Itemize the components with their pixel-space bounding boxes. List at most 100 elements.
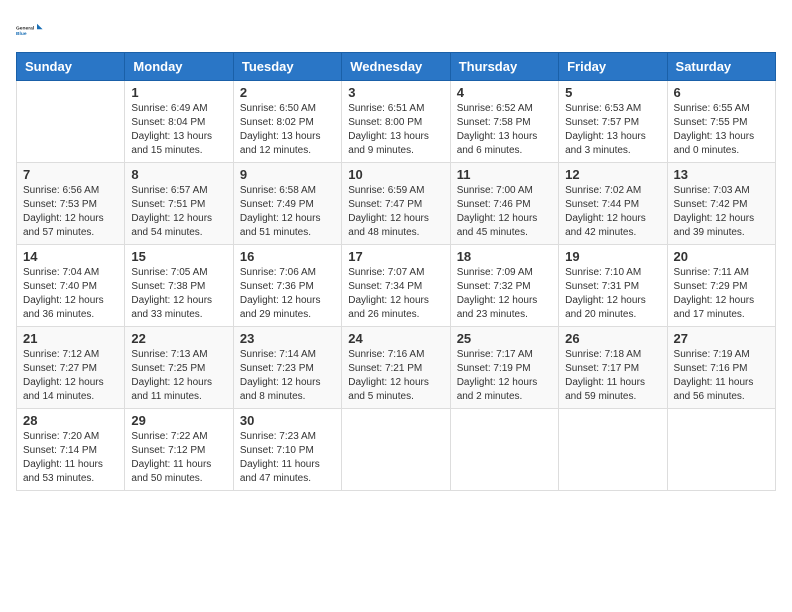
day-info: Sunrise: 7:18 AM Sunset: 7:17 PM Dayligh… (565, 348, 660, 404)
calendar-week-row: 21Sunrise: 7:12 AM Sunset: 7:27 PM Dayli… (17, 327, 776, 409)
calendar-day-cell: 29 Sunrise: 7:22 AM Sunset: 7:12 PM Dayli… (125, 409, 233, 491)
calendar-day-cell: 12Sunrise: 7:02 AM Sunset: 7:44 PM Dayli… (559, 163, 667, 245)
day-number: 26 (565, 331, 660, 346)
day-number: 3 (348, 85, 443, 100)
calendar-week-row: 1 Sunrise: 6:49 AM Sunset: 8:04 PM Daylig… (17, 81, 776, 163)
day-number: 5 (565, 85, 660, 100)
calendar-empty-cell (17, 81, 125, 163)
day-number: 2 (240, 85, 335, 100)
weekday-header-thursday: Thursday (450, 53, 558, 81)
calendar-day-cell: 7Sunrise: 6:56 AM Sunset: 7:53 PM Daylig… (17, 163, 125, 245)
calendar-day-cell: 30 Sunrise: 7:23 AM Sunset: 7:10 PM Dayli… (233, 409, 341, 491)
day-number: 22 (131, 331, 226, 346)
svg-text:General: General (16, 25, 35, 31)
day-info: Sunrise: 6:49 AM Sunset: 8:04 PM Dayligh… (131, 102, 226, 158)
day-number: 13 (674, 167, 769, 182)
day-info: Sunrise: 7:09 AM Sunset: 7:32 PM Dayligh… (457, 266, 552, 322)
day-info: Sunrise: 7:14 AM Sunset: 7:23 PM Dayligh… (240, 348, 335, 404)
weekday-header-friday: Friday (559, 53, 667, 81)
day-number: 18 (457, 249, 552, 264)
weekday-header-saturday: Saturday (667, 53, 775, 81)
day-number: 16 (240, 249, 335, 264)
calendar-day-cell: 6 Sunrise: 6:55 AM Sunset: 7:55 PM Daylig… (667, 81, 775, 163)
calendar-day-cell: 9 Sunrise: 6:58 AM Sunset: 7:49 PM Daylig… (233, 163, 341, 245)
logo: GeneralBlue (16, 16, 44, 44)
day-number: 10 (348, 167, 443, 182)
day-info: Sunrise: 7:04 AM Sunset: 7:40 PM Dayligh… (23, 266, 118, 322)
calendar-day-cell: 16 Sunrise: 7:06 AM Sunset: 7:36 PM Dayli… (233, 245, 341, 327)
day-number: 23 (240, 331, 335, 346)
calendar-day-cell: 25Sunrise: 7:17 AM Sunset: 7:19 PM Dayli… (450, 327, 558, 409)
day-info: Sunrise: 6:58 AM Sunset: 7:49 PM Dayligh… (240, 184, 335, 240)
calendar-week-row: 7Sunrise: 6:56 AM Sunset: 7:53 PM Daylig… (17, 163, 776, 245)
weekday-header-monday: Monday (125, 53, 233, 81)
calendar-empty-cell (342, 409, 450, 491)
calendar-day-cell: 17 Sunrise: 7:07 AM Sunset: 7:34 PM Dayli… (342, 245, 450, 327)
calendar-day-cell: 1 Sunrise: 6:49 AM Sunset: 8:04 PM Daylig… (125, 81, 233, 163)
day-number: 8 (131, 167, 226, 182)
day-number: 27 (674, 331, 769, 346)
day-info: Sunrise: 6:56 AM Sunset: 7:53 PM Dayligh… (23, 184, 118, 240)
day-number: 4 (457, 85, 552, 100)
calendar-day-cell: 28 Sunrise: 7:20 AM Sunset: 7:14 PM Dayli… (17, 409, 125, 491)
day-number: 29 (131, 413, 226, 428)
calendar-week-row: 28 Sunrise: 7:20 AM Sunset: 7:14 PM Dayli… (17, 409, 776, 491)
calendar-day-cell: 21Sunrise: 7:12 AM Sunset: 7:27 PM Dayli… (17, 327, 125, 409)
day-number: 28 (23, 413, 118, 428)
day-number: 19 (565, 249, 660, 264)
calendar-empty-cell (450, 409, 558, 491)
calendar-day-cell: 3 Sunrise: 6:51 AM Sunset: 8:00 PM Daylig… (342, 81, 450, 163)
day-info: Sunrise: 7:23 AM Sunset: 7:10 PM Dayligh… (240, 430, 335, 486)
weekday-header-tuesday: Tuesday (233, 53, 341, 81)
weekday-header-sunday: Sunday (17, 53, 125, 81)
day-number: 17 (348, 249, 443, 264)
calendar-day-cell: 8 Sunrise: 6:57 AM Sunset: 7:51 PM Daylig… (125, 163, 233, 245)
day-number: 15 (131, 249, 226, 264)
day-number: 9 (240, 167, 335, 182)
day-info: Sunrise: 7:00 AM Sunset: 7:46 PM Dayligh… (457, 184, 552, 240)
weekday-header-wednesday: Wednesday (342, 53, 450, 81)
day-info: Sunrise: 7:19 AM Sunset: 7:16 PM Dayligh… (674, 348, 769, 404)
day-number: 11 (457, 167, 552, 182)
day-info: Sunrise: 7:06 AM Sunset: 7:36 PM Dayligh… (240, 266, 335, 322)
calendar-week-row: 14 Sunrise: 7:04 AM Sunset: 7:40 PM Dayli… (17, 245, 776, 327)
day-number: 14 (23, 249, 118, 264)
day-info: Sunrise: 6:57 AM Sunset: 7:51 PM Dayligh… (131, 184, 226, 240)
calendar-day-cell: 15 Sunrise: 7:05 AM Sunset: 7:38 PM Dayli… (125, 245, 233, 327)
day-number: 30 (240, 413, 335, 428)
day-info: Sunrise: 7:10 AM Sunset: 7:31 PM Dayligh… (565, 266, 660, 322)
calendar-day-cell: 24Sunrise: 7:16 AM Sunset: 7:21 PM Dayli… (342, 327, 450, 409)
day-info: Sunrise: 6:59 AM Sunset: 7:47 PM Dayligh… (348, 184, 443, 240)
weekday-header-row: SundayMondayTuesdayWednesdayThursdayFrid… (17, 53, 776, 81)
svg-text:Blue: Blue (16, 31, 27, 37)
calendar-day-cell: 23 Sunrise: 7:14 AM Sunset: 7:23 PM Dayli… (233, 327, 341, 409)
calendar-day-cell: 4 Sunrise: 6:52 AM Sunset: 7:58 PM Daylig… (450, 81, 558, 163)
day-number: 24 (348, 331, 443, 346)
calendar-day-cell: 22 Sunrise: 7:13 AM Sunset: 7:25 PM Dayli… (125, 327, 233, 409)
calendar-empty-cell (559, 409, 667, 491)
day-info: Sunrise: 7:22 AM Sunset: 7:12 PM Dayligh… (131, 430, 226, 486)
calendar-day-cell: 5Sunrise: 6:53 AM Sunset: 7:57 PM Daylig… (559, 81, 667, 163)
day-info: Sunrise: 6:50 AM Sunset: 8:02 PM Dayligh… (240, 102, 335, 158)
calendar-day-cell: 13Sunrise: 7:03 AM Sunset: 7:42 PM Dayli… (667, 163, 775, 245)
calendar-day-cell: 11 Sunrise: 7:00 AM Sunset: 7:46 PM Dayli… (450, 163, 558, 245)
day-info: Sunrise: 6:52 AM Sunset: 7:58 PM Dayligh… (457, 102, 552, 158)
page-header: GeneralBlue (16, 16, 776, 44)
day-info: Sunrise: 7:07 AM Sunset: 7:34 PM Dayligh… (348, 266, 443, 322)
calendar-day-cell: 2 Sunrise: 6:50 AM Sunset: 8:02 PM Daylig… (233, 81, 341, 163)
day-info: Sunrise: 6:55 AM Sunset: 7:55 PM Dayligh… (674, 102, 769, 158)
day-number: 25 (457, 331, 552, 346)
day-info: Sunrise: 7:20 AM Sunset: 7:14 PM Dayligh… (23, 430, 118, 486)
day-info: Sunrise: 7:02 AM Sunset: 7:44 PM Dayligh… (565, 184, 660, 240)
day-info: Sunrise: 7:12 AM Sunset: 7:27 PM Dayligh… (23, 348, 118, 404)
calendar-day-cell: 19 Sunrise: 7:10 AM Sunset: 7:31 PM Dayli… (559, 245, 667, 327)
day-number: 1 (131, 85, 226, 100)
day-number: 20 (674, 249, 769, 264)
day-info: Sunrise: 7:13 AM Sunset: 7:25 PM Dayligh… (131, 348, 226, 404)
calendar-day-cell: 18 Sunrise: 7:09 AM Sunset: 7:32 PM Dayli… (450, 245, 558, 327)
calendar-day-cell: 20 Sunrise: 7:11 AM Sunset: 7:29 PM Dayli… (667, 245, 775, 327)
day-number: 6 (674, 85, 769, 100)
day-info: Sunrise: 6:51 AM Sunset: 8:00 PM Dayligh… (348, 102, 443, 158)
day-info: Sunrise: 7:05 AM Sunset: 7:38 PM Dayligh… (131, 266, 226, 322)
day-info: Sunrise: 7:11 AM Sunset: 7:29 PM Dayligh… (674, 266, 769, 322)
